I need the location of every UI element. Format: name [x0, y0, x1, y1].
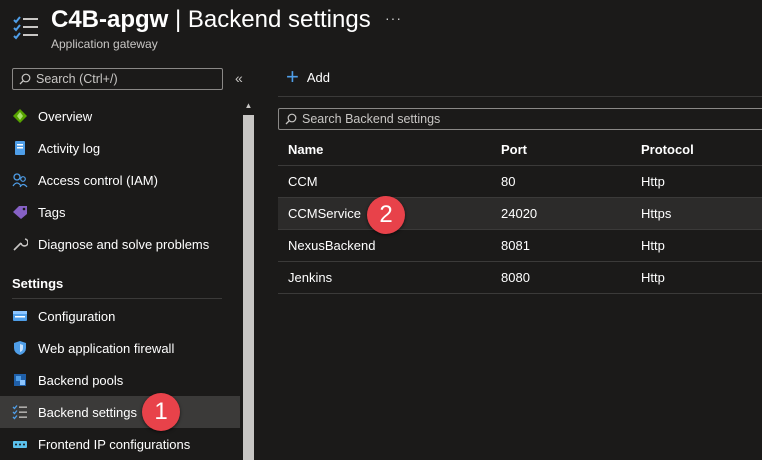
sidebar-item-iam[interactable]: Access control (IAM) [0, 164, 240, 196]
backend-settings-table: Name Port Protocol CCM 80 Http CCMServic… [278, 134, 762, 294]
plus-icon: + [286, 64, 299, 89]
more-options-button[interactable]: ··· [385, 10, 402, 26]
cell-name[interactable]: Jenkins [278, 270, 501, 285]
sidebar-item-label: Diagnose and solve problems [38, 236, 210, 252]
add-button-label: Add [306, 69, 330, 85]
toolbar-divider [278, 96, 762, 97]
search-placeholder: Search Backend settings [302, 112, 441, 126]
sidebar-search-placeholder: Search (Ctrl+/) [36, 72, 118, 86]
callout-badge-1: 1 [142, 393, 180, 431]
column-header-name[interactable]: Name [278, 142, 501, 157]
sidebar-item-backend-settings[interactable]: Backend settings [0, 396, 240, 428]
wrench-icon [12, 236, 28, 252]
cell-name[interactable]: CCM [278, 174, 501, 189]
sidebar: Search (Ctrl+/) « Overview Activity log … [0, 60, 258, 460]
sidebar-item-diagnose[interactable]: Diagnose and solve problems [0, 228, 240, 260]
sidebar-item-label: Web application firewall [38, 340, 175, 356]
scroll-up-arrow-icon[interactable]: ▲ [240, 98, 257, 114]
sidebar-item-label: Tags [38, 204, 66, 220]
table-row[interactable]: Jenkins 8080 Http [278, 262, 762, 294]
callout-badge-2: 2 [367, 196, 405, 234]
sidebar-scrollbar[interactable]: ▲ [240, 98, 257, 460]
backend-pools-icon [12, 372, 28, 388]
cell-protocol: Http [641, 238, 665, 253]
configuration-icon [12, 308, 28, 324]
cell-protocol: Https [641, 206, 672, 221]
cell-name[interactable]: NexusBackend [278, 238, 501, 253]
list-icon [12, 404, 28, 420]
search-icon [285, 113, 297, 125]
page-header: C4B-apgw | Backend settings ··· Applicat… [0, 0, 762, 60]
sidebar-item-label: Backend settings [38, 404, 138, 420]
backend-settings-search-input[interactable]: Search Backend settings [278, 108, 762, 130]
sidebar-item-tags[interactable]: Tags [0, 196, 240, 228]
cell-port: 24020 [501, 206, 538, 221]
add-button[interactable]: + Add [286, 64, 330, 89]
sidebar-item-label: Backend pools [38, 372, 124, 388]
section-settings-heading: Settings [12, 276, 64, 291]
backend-settings-list-icon [12, 14, 40, 42]
sidebar-item-label: Configuration [38, 308, 116, 324]
sidebar-item-label: Activity log [38, 140, 101, 156]
sidebar-item-backend-pools[interactable]: Backend pools [0, 364, 240, 396]
column-header-protocol[interactable]: Protocol [641, 142, 761, 157]
sidebar-item-frontend-ip[interactable]: Frontend IP configurations [0, 428, 240, 460]
sidebar-item-label: Access control (IAM) [38, 172, 158, 188]
page-name: Backend settings [187, 6, 371, 33]
sidebar-item-configuration[interactable]: Configuration [0, 300, 240, 332]
frontend-ip-icon [12, 436, 28, 452]
sidebar-search-input[interactable]: Search (Ctrl+/) [12, 68, 223, 90]
table-header: Name Port Protocol [278, 134, 762, 166]
table-row[interactable]: CCMService 24020 Https [278, 198, 762, 230]
main-content: + Add Search Backend settings Name Port … [258, 60, 762, 460]
column-header-port[interactable]: Port [501, 142, 641, 157]
cell-protocol: Http [641, 270, 665, 285]
cell-port: 80 [501, 174, 516, 189]
page-title: C4B-apgw | Backend settings [51, 6, 371, 34]
sidebar-item-label: Overview [38, 108, 93, 124]
sidebar-item-overview[interactable]: Overview [0, 100, 240, 132]
sidebar-item-activity-log[interactable]: Activity log [0, 132, 240, 164]
table-row[interactable]: NexusBackend 8081 Http [278, 230, 762, 262]
overview-icon [12, 108, 28, 124]
resource-name: C4B-apgw [51, 6, 169, 33]
collapse-sidebar-button[interactable]: « [235, 70, 243, 86]
table-row[interactable]: CCM 80 Http [278, 166, 762, 198]
sidebar-item-waf[interactable]: Web application firewall [0, 332, 240, 364]
activity-log-icon [12, 140, 28, 156]
cell-port: 8080 [501, 270, 530, 285]
title-separator: | [175, 6, 182, 33]
shield-icon [12, 340, 28, 356]
sidebar-item-label: Frontend IP configurations [38, 436, 191, 452]
search-icon [19, 73, 31, 85]
section-divider [12, 298, 222, 299]
cell-port: 8081 [501, 238, 530, 253]
resource-type-subtitle: Application gateway [51, 37, 158, 51]
cell-protocol: Http [641, 174, 665, 189]
tag-icon [12, 204, 28, 220]
iam-icon [12, 172, 28, 188]
scroll-thumb[interactable] [243, 115, 254, 460]
